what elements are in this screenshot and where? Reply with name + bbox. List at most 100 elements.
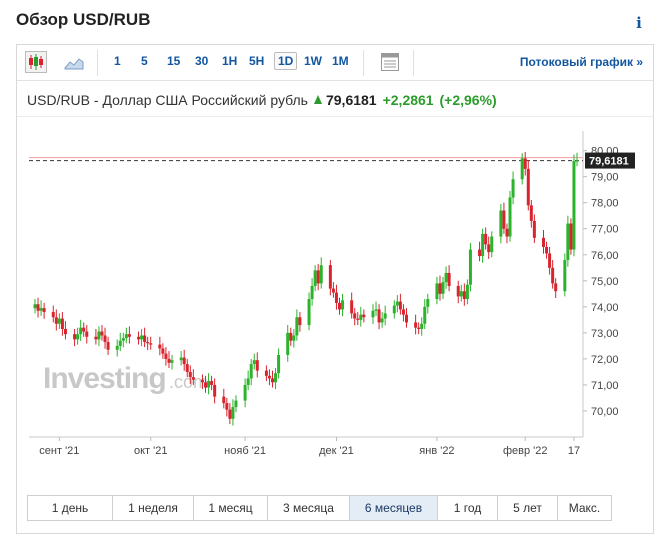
y-tick-label: 70,00: [591, 406, 619, 418]
price-chart[interactable]: 70,00 71,00 72,00 73,00 74,00 75,00 76,00 77,00…: [17, 45, 653, 485]
candle-body: [292, 335, 296, 341]
candle-body: [191, 377, 195, 380]
candle-body: [255, 360, 259, 371]
candle-body: [149, 343, 153, 345]
candle-body: [319, 265, 323, 284]
candle-body: [377, 309, 381, 323]
candle-body: [566, 223, 570, 260]
candle-body: [207, 381, 211, 388]
y-tick-label: 75,00: [591, 276, 619, 288]
candle-body: [200, 379, 204, 383]
range-1-week[interactable]: 1 неделя: [113, 496, 194, 520]
candle-body: [328, 265, 332, 289]
candle-body: [520, 158, 524, 180]
candle-body: [97, 331, 101, 340]
candle-body: [271, 378, 275, 383]
candle-body: [73, 334, 77, 340]
x-tick-label: сент '21: [39, 445, 79, 457]
candle-body: [362, 314, 366, 318]
range-5-years[interactable]: 5 лет: [498, 496, 558, 520]
candle-body: [182, 357, 186, 365]
candle-body: [529, 205, 533, 221]
candle-body: [417, 327, 421, 329]
candle-body: [316, 270, 320, 284]
candle-body: [210, 381, 214, 385]
candle-body: [548, 253, 552, 268]
candle-body: [161, 348, 165, 354]
candle-body: [252, 360, 256, 365]
candle-body: [106, 341, 110, 350]
time-range-selector: 1 день 1 неделя 1 месяц 3 месяца 6 месяц…: [27, 495, 612, 521]
candle-body: [298, 317, 302, 326]
candle-body: [164, 353, 168, 359]
candle-body: [532, 220, 536, 238]
candle-body: [569, 223, 573, 250]
candle-body: [179, 357, 183, 361]
candle-body: [353, 313, 357, 319]
candle-body: [554, 283, 558, 292]
y-tick-label: 76,00: [591, 250, 619, 262]
candle-body: [143, 335, 147, 342]
candle-body: [289, 332, 293, 341]
candle-body: [249, 364, 253, 379]
x-tick-label: янв '22: [419, 445, 454, 457]
candle-body: [146, 341, 150, 344]
range-1-month[interactable]: 1 месяц: [194, 496, 268, 520]
candle-body: [523, 158, 527, 169]
candle-body: [526, 168, 530, 206]
candle-body: [222, 396, 226, 404]
candle-body: [423, 306, 427, 324]
range-6-months[interactable]: 6 месяцев: [350, 496, 438, 520]
candle-body: [42, 308, 46, 313]
candle-body: [243, 384, 247, 401]
candle-body: [462, 291, 466, 300]
candle-body: [274, 373, 278, 383]
candle-body: [85, 331, 89, 337]
candle-body: [545, 246, 549, 254]
candle-body: [542, 237, 546, 247]
candle-body: [267, 375, 271, 379]
candle-body: [170, 360, 174, 363]
candle-body: [414, 322, 418, 328]
candle-body: [54, 317, 58, 324]
y-tick-label: 78,00: [591, 198, 619, 210]
candle-body: [447, 272, 451, 286]
candle-body: [246, 378, 250, 385]
range-max[interactable]: Макс.: [558, 496, 611, 520]
candle-body: [420, 323, 424, 329]
y-tick-label: 71,00: [591, 380, 619, 392]
candle-body: [551, 267, 555, 284]
last-price-tag-label: 79,6181: [589, 156, 629, 168]
candle-body: [118, 340, 122, 346]
range-3-months[interactable]: 3 месяца: [268, 496, 350, 520]
candle-body: [94, 336, 98, 340]
y-tick-label: 79,00: [591, 172, 619, 184]
candle-body: [127, 334, 131, 337]
candle-body: [140, 335, 144, 340]
candle-body: [459, 291, 463, 297]
range-1-year[interactable]: 1 год: [438, 496, 498, 520]
candle-body: [51, 312, 55, 318]
candle-body: [307, 299, 311, 326]
candle-body: [337, 302, 341, 310]
watermark-logo: Investing: [43, 362, 166, 395]
candle-body: [103, 335, 107, 342]
candle-body: [499, 210, 503, 237]
candle-body: [264, 370, 268, 376]
range-1-day[interactable]: 1 день: [28, 496, 113, 520]
candle-body: [465, 284, 469, 300]
candle-body: [228, 409, 232, 419]
info-icon[interactable]: i: [630, 14, 648, 32]
candle-body: [33, 304, 37, 309]
candle-body: [563, 259, 567, 292]
candle-body: [435, 283, 439, 300]
candle-body: [395, 301, 399, 306]
candle-body: [572, 161, 576, 250]
candle-body: [313, 270, 317, 286]
candle-body: [36, 304, 40, 311]
candle-body: [60, 318, 64, 329]
candle-body: [79, 327, 83, 335]
candle-body: [481, 233, 485, 257]
candle-body: [468, 249, 472, 285]
candle-body: [124, 334, 128, 339]
